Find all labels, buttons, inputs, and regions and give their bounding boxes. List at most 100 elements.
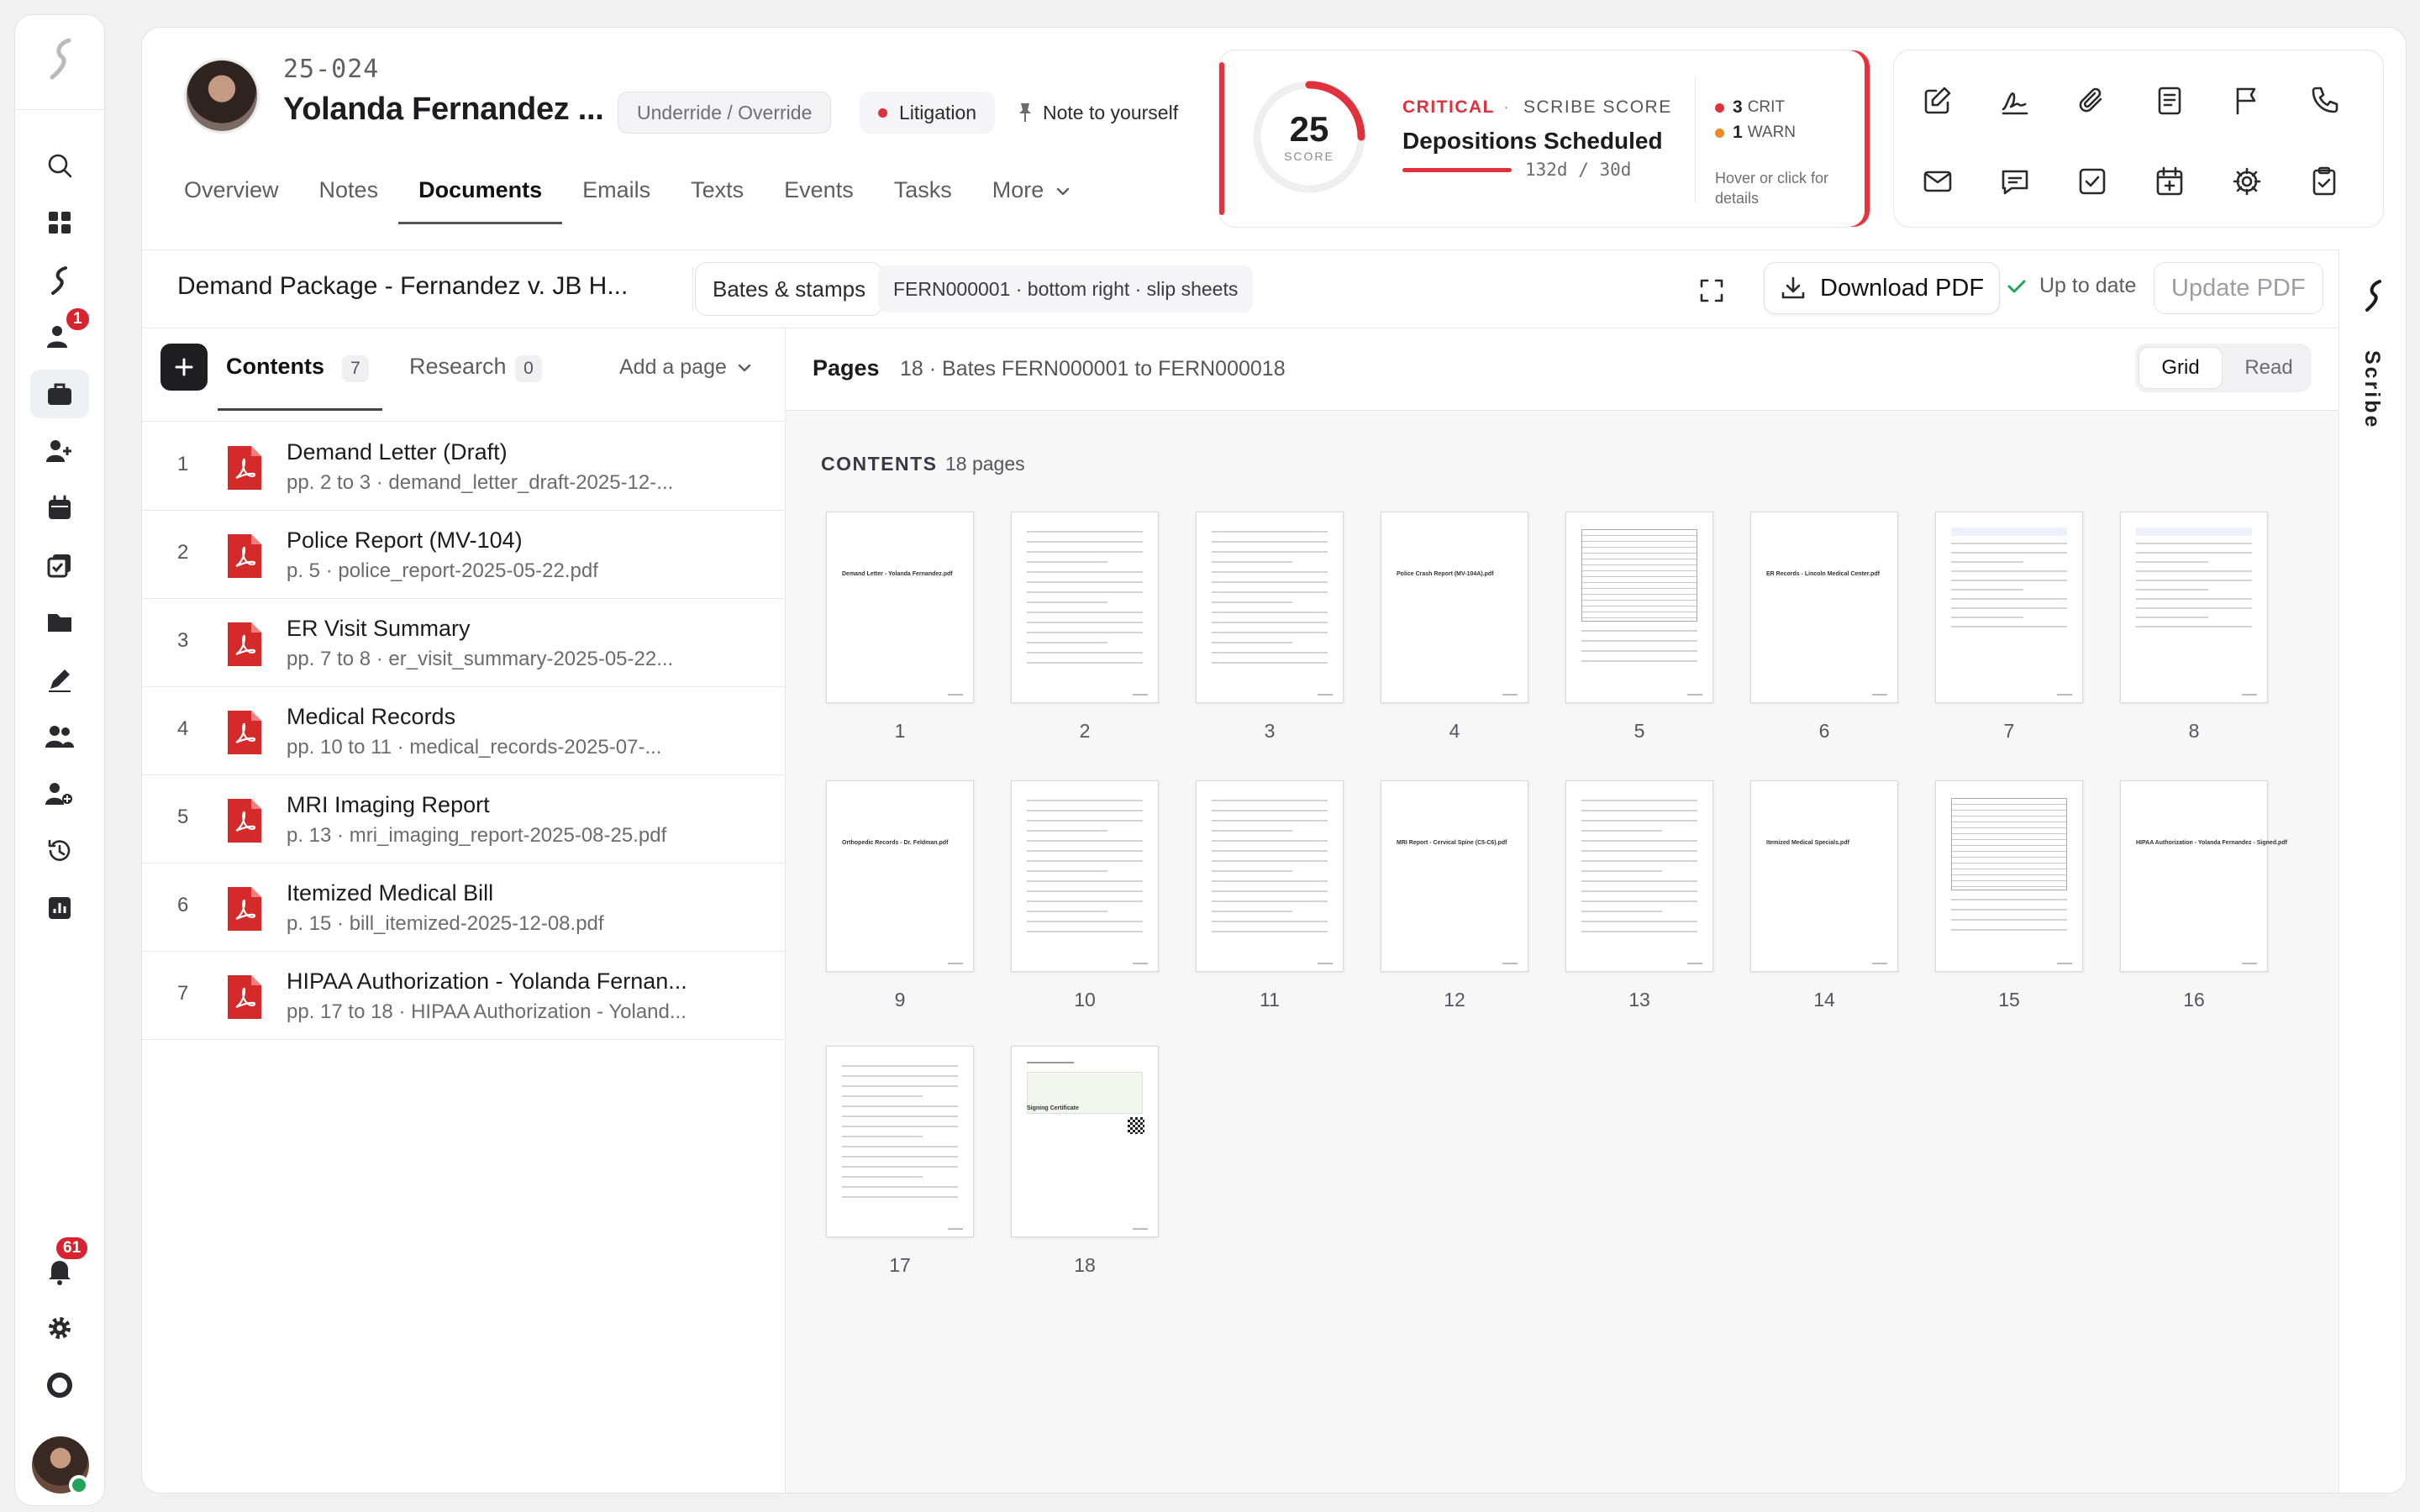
page-thumbnail[interactable]: Orthopedic Records - Dr. Feldman.pdf	[826, 780, 974, 972]
page-thumbnail[interactable]: HIPAA Authorization - Yolanda Fernandez …	[2120, 780, 2287, 972]
text-line	[1581, 900, 1697, 902]
pages-title: Pages	[813, 355, 880, 381]
rail-help-icon[interactable]	[30, 1361, 89, 1410]
page-thumbnail[interactable]	[1935, 780, 2083, 972]
add-event-icon[interactable]	[2144, 156, 2195, 207]
document-list-item[interactable]: 5 MRI Imaging Report p. 13 · mri_imaging_r…	[142, 775, 786, 864]
scribe-side-panel[interactable]: Scribe	[2338, 249, 2406, 1493]
document-list-item[interactable]: 3 ER Visit Summary pp. 7 to 8 · er_visit_s…	[142, 599, 786, 687]
page-thumbnail[interactable]	[1565, 512, 1713, 703]
underride-override-button[interactable]: Underride / Override	[618, 92, 832, 134]
page-thumbnail[interactable]: MRI Report - Cervical Spine (C5-C6).pdf	[1381, 780, 1528, 972]
text-line	[1951, 561, 2023, 563]
attachment-icon[interactable]	[2067, 76, 2118, 126]
rail-reports-icon[interactable]	[30, 884, 89, 932]
email-icon[interactable]	[1912, 156, 1963, 207]
tab-events[interactable]: Events	[784, 169, 854, 224]
tab-research[interactable]: Research 0	[409, 328, 544, 411]
document-list-item[interactable]: 7 HIPAA Authorization - Yolanda Fernan...…	[142, 952, 786, 1040]
client-name[interactable]: Yolanda Fernandez ...	[283, 92, 604, 128]
document-list-item[interactable]: 6 Itemized Medical Bill p. 15 · bill_itemi…	[142, 864, 786, 952]
rail-people-icon[interactable]	[30, 712, 89, 761]
tab-tasks[interactable]: Tasks	[894, 169, 952, 224]
tab-overview[interactable]: Overview	[184, 169, 279, 224]
download-pdf-button[interactable]: Download PDF	[1764, 262, 2001, 314]
rail-calendar-icon[interactable]	[30, 484, 89, 533]
case-status-pill[interactable]: Litigation	[860, 92, 996, 134]
page-thumbnail[interactable]: ER Records - Lincoln Medical Center.pdf	[1750, 512, 1898, 703]
signature-icon[interactable]	[1990, 76, 2040, 126]
page-thumbnail[interactable]: Itemized Medical Specials.pdf	[1750, 780, 1898, 972]
bates-stamps-button[interactable]: Bates & stamps	[695, 262, 884, 316]
grid-view-button[interactable]: Grid	[2139, 347, 2223, 389]
page-thumbnail[interactable]: Signing Certificate	[1011, 1046, 1159, 1237]
update-pdf-button[interactable]: Update PDF	[2154, 262, 2323, 314]
tab-contents[interactable]: Contents 7	[218, 328, 382, 411]
page-thumbnail[interactable]	[1011, 780, 1159, 972]
edit-icon[interactable]	[1912, 76, 1963, 126]
rail-history-icon[interactable]	[30, 827, 89, 875]
add-document-button[interactable]	[160, 344, 208, 391]
text-line	[1951, 589, 2023, 591]
bates-stamp	[1502, 694, 1518, 696]
text-line	[1027, 571, 1143, 573]
text-line	[1212, 581, 1328, 583]
rail-pen-icon[interactable]	[30, 655, 89, 704]
bates-stamp	[2242, 694, 2257, 696]
read-view-button[interactable]: Read	[2229, 347, 2308, 389]
clipboard-check-icon[interactable]	[2299, 156, 2349, 207]
fullscreen-icon[interactable]	[1695, 274, 1728, 307]
phone-icon[interactable]	[2299, 76, 2349, 126]
rail-add-contact-icon[interactable]	[30, 427, 89, 475]
rail-divider	[15, 109, 104, 110]
rail-scribe-icon[interactable]	[30, 255, 89, 304]
text-line	[1581, 840, 1697, 842]
note-to-yourself-button[interactable]: Note to yourself	[999, 92, 1197, 134]
bates-settings-summary[interactable]: FERN000001 · bottom right · slip sheets	[878, 265, 1254, 312]
rail-settings-icon[interactable]	[30, 1304, 89, 1352]
form-header	[2136, 528, 2252, 536]
page-thumbnail[interactable]	[1565, 780, 1713, 972]
page-thumbnail[interactable]	[2120, 512, 2268, 703]
add-page-dropdown[interactable]: Add a page	[619, 355, 752, 380]
bates-stamp	[948, 1228, 963, 1230]
warn-label: WARN	[1747, 123, 1797, 141]
page-thumbnail[interactable]	[1935, 512, 2083, 703]
document-icon[interactable]	[2144, 76, 2195, 126]
rail-search-icon[interactable]	[30, 141, 89, 190]
document-title[interactable]: Demand Package - Fernandez v. JB H...	[177, 272, 628, 301]
page-thumbnail[interactable]: Demand Letter - Yolanda Fernandez.pdf	[826, 512, 974, 703]
page-thumbnail[interactable]	[1196, 512, 1344, 703]
text-line	[1027, 591, 1143, 593]
flag-icon[interactable]	[2222, 76, 2272, 126]
document-list-item[interactable]: 2 Police Report (MV-104) p. 5 · police_rep…	[142, 511, 786, 599]
settings-icon[interactable]	[2222, 156, 2272, 207]
rail-cases-icon[interactable]	[30, 370, 89, 418]
tab-notes[interactable]: Notes	[319, 169, 379, 224]
tab-emails[interactable]: Emails	[582, 169, 650, 224]
text-line	[842, 1156, 958, 1158]
rail-tasks-icon[interactable]	[30, 541, 89, 590]
document-list-item[interactable]: 1 Demand Letter (Draft) pp. 2 to 3 · deman…	[142, 423, 786, 511]
rail-dashboard-icon[interactable]	[30, 198, 89, 247]
slip-sheet-title: MRI Report - Cervical Spine (C5-C6).pdf	[1397, 840, 1507, 846]
page-thumbnail[interactable]	[1196, 780, 1344, 972]
page-thumbnail[interactable]	[1011, 512, 1159, 703]
rail-bell-icon[interactable]: 61	[30, 1235, 91, 1295]
app-logo-icon[interactable]	[44, 34, 77, 84]
rail-folder-icon[interactable]	[30, 598, 89, 647]
checkbox-icon[interactable]	[2067, 156, 2118, 207]
rail-inbox-icon[interactable]: 1	[30, 306, 92, 361]
document-list-item[interactable]: 4 Medical Records pp. 10 to 11 · medical_r…	[142, 687, 786, 775]
quick-actions	[1893, 50, 2384, 228]
tab-more[interactable]: More	[992, 169, 1071, 224]
rail-user-plus-icon[interactable]	[30, 769, 89, 818]
tab-texts[interactable]: Texts	[691, 169, 744, 224]
text-line	[1027, 931, 1143, 932]
text-line	[1581, 820, 1697, 822]
message-icon[interactable]	[1990, 156, 2040, 207]
page-thumbnail[interactable]	[826, 1046, 974, 1237]
scribe-score-card[interactable]: 25 SCORE CRITICAL · SCRIBE SCORE Deposit…	[1218, 50, 1870, 228]
tab-documents[interactable]: Documents	[398, 169, 563, 224]
page-thumbnail[interactable]: Police Crash Report (MV-104A).pdf	[1381, 512, 1528, 703]
